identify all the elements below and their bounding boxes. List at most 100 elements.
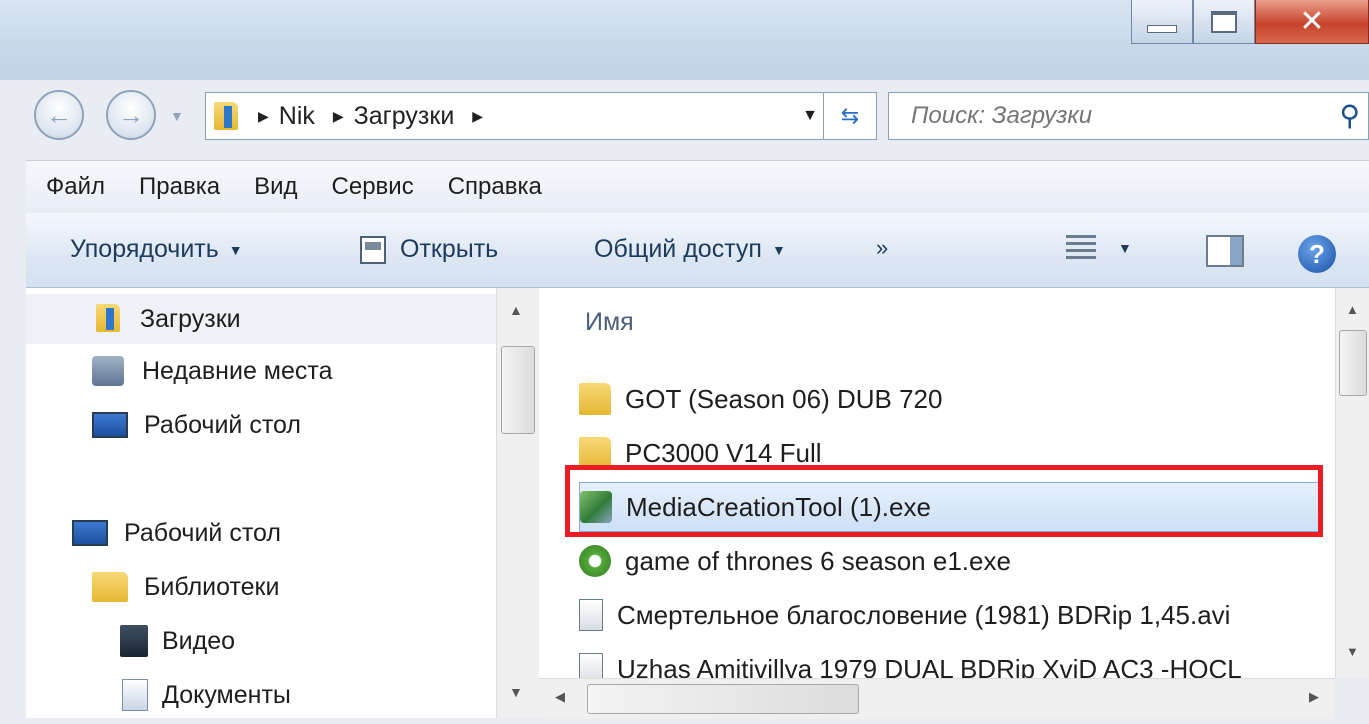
arrow-right-icon: → bbox=[118, 99, 144, 130]
navigation-pane-scrollbar[interactable]: ▲ ▼ bbox=[496, 288, 539, 718]
scroll-up-icon[interactable]: ▲ bbox=[509, 302, 523, 318]
folder-icon bbox=[579, 383, 611, 415]
nav-item-label: Библиотеки bbox=[144, 572, 280, 601]
navigation-pane: Загрузки Недавние места Рабочий стол Раб… bbox=[26, 288, 496, 718]
help-button[interactable]: ? bbox=[1298, 235, 1336, 273]
search-icon[interactable]: ⚲ bbox=[1339, 99, 1360, 132]
title-bar: ✕ bbox=[0, 0, 1369, 80]
help-icon: ? bbox=[1298, 235, 1336, 273]
video-library-icon bbox=[120, 625, 148, 657]
command-bar: Упорядочить ▼ Открыть Общий доступ ▼ » ▼… bbox=[26, 213, 1369, 288]
close-icon: ✕ bbox=[1299, 5, 1325, 38]
change-view-button[interactable]: ▼ bbox=[1066, 235, 1132, 261]
background-window-menu bbox=[40, 18, 44, 36]
scroll-down-icon[interactable]: ▼ bbox=[1346, 644, 1359, 659]
menu-file[interactable]: Файл bbox=[46, 173, 105, 201]
search-box: ⚲ bbox=[888, 92, 1369, 140]
nav-item-recent-places[interactable]: Недавние места bbox=[26, 346, 332, 396]
nav-item-downloads[interactable]: Загрузки bbox=[26, 294, 496, 344]
nav-item-label: Рабочий стол bbox=[124, 518, 281, 547]
nav-item-desktop-root[interactable]: Рабочий стол bbox=[26, 508, 281, 558]
file-name: game of thrones 6 season e1.exe bbox=[625, 545, 1011, 576]
maximize-button[interactable] bbox=[1193, 0, 1255, 44]
menu-help[interactable]: Справка bbox=[448, 173, 542, 201]
breadcrumb-downloads[interactable]: Загрузки bbox=[354, 102, 455, 131]
file-name: GOT (Season 06) DUB 720 bbox=[625, 383, 943, 414]
file-list-scrollbar[interactable]: ▲ ▼ bbox=[1335, 288, 1369, 678]
organize-button[interactable]: Упорядочить ▼ bbox=[70, 235, 243, 264]
nav-item-libraries[interactable]: Библиотеки bbox=[26, 562, 279, 612]
view-details-icon bbox=[1066, 235, 1096, 261]
downloads-folder-icon bbox=[96, 304, 122, 334]
navigation-row: ← → ▼ ▶ Nik ▶ Загрузки ▶ ▼ ⇆ ⚲ bbox=[0, 80, 1369, 154]
file-row[interactable]: Uzhas Amitivillya 1979 DUAL BDRip XviD A… bbox=[579, 644, 1319, 678]
highlight-box bbox=[565, 465, 1323, 537]
back-button[interactable]: ← bbox=[34, 90, 84, 140]
share-label: Общий доступ bbox=[594, 235, 762, 263]
open-button[interactable]: Открыть bbox=[360, 235, 498, 264]
documents-library-icon bbox=[122, 679, 148, 711]
scroll-right-icon[interactable]: ▶ bbox=[1309, 689, 1319, 705]
minimize-button[interactable] bbox=[1131, 0, 1193, 44]
nav-item-video[interactable]: Видео bbox=[26, 616, 235, 666]
file-name: PC3000 V14 Full bbox=[625, 437, 822, 468]
file-row[interactable]: GOT (Season 06) DUB 720 bbox=[579, 374, 1319, 424]
menu-bar: Файл Правка Вид Сервис Справка bbox=[26, 160, 1369, 214]
file-name: Смертельное благословение (1981) BDRip 1… bbox=[617, 599, 1231, 630]
forward-button[interactable]: → bbox=[106, 90, 156, 140]
nav-item-label: Документы bbox=[162, 680, 291, 709]
more-commands-button[interactable]: » bbox=[876, 235, 888, 261]
breadcrumb-nik[interactable]: Nik bbox=[279, 102, 315, 131]
chevron-down-icon: ▼ bbox=[1118, 240, 1132, 256]
breadcrumb-separator-icon[interactable]: ▶ bbox=[472, 108, 483, 125]
scrollbar-thumb[interactable] bbox=[587, 684, 859, 714]
refresh-icon: ⇆ bbox=[840, 103, 860, 128]
nav-item-documents[interactable]: Документы bbox=[26, 670, 291, 718]
organize-label: Упорядочить bbox=[70, 235, 219, 263]
search-input[interactable] bbox=[909, 101, 1313, 131]
recent-pages-chevron-icon[interactable]: ▼ bbox=[170, 108, 184, 124]
close-button[interactable]: ✕ bbox=[1255, 0, 1369, 44]
share-button[interactable]: Общий доступ ▼ bbox=[594, 235, 786, 264]
column-header-name[interactable]: Имя bbox=[585, 308, 634, 337]
avi-file-icon bbox=[579, 653, 603, 678]
preview-pane-icon bbox=[1206, 235, 1244, 267]
nav-item-label: Недавние места bbox=[142, 356, 333, 385]
nav-item-desktop[interactable]: Рабочий стол bbox=[26, 400, 301, 450]
more-label: » bbox=[876, 235, 889, 260]
recent-places-icon bbox=[92, 356, 124, 386]
breadcrumb-separator-icon[interactable]: ▶ bbox=[258, 108, 269, 125]
file-row[interactable]: Смертельное благословение (1981) BDRip 1… bbox=[579, 590, 1319, 640]
preview-pane-button[interactable] bbox=[1206, 235, 1244, 267]
scrollbar-thumb[interactable] bbox=[1339, 330, 1367, 396]
file-list-horizontal-scrollbar[interactable]: ◀ ▶ bbox=[539, 678, 1335, 719]
torrent-app-icon bbox=[579, 545, 611, 577]
file-name: Uzhas Amitivillya 1979 DUAL BDRip XviD A… bbox=[617, 653, 1242, 679]
menu-edit[interactable]: Правка bbox=[139, 173, 220, 201]
minimize-icon bbox=[1147, 24, 1177, 33]
nav-item-label: Видео bbox=[162, 626, 236, 655]
breadcrumb-separator-icon[interactable]: ▶ bbox=[333, 108, 344, 125]
scroll-up-icon[interactable]: ▲ bbox=[1346, 302, 1359, 317]
avi-file-icon bbox=[579, 599, 603, 631]
scroll-down-icon[interactable]: ▼ bbox=[509, 684, 523, 700]
menu-tools[interactable]: Сервис bbox=[332, 173, 414, 201]
downloads-folder-icon bbox=[214, 100, 240, 132]
window-controls: ✕ bbox=[1131, 0, 1369, 44]
maximize-icon bbox=[1211, 10, 1237, 33]
address-history-dropdown-icon[interactable]: ▼ bbox=[802, 107, 818, 125]
nav-item-label: Загрузки bbox=[140, 304, 241, 333]
desktop-icon bbox=[72, 520, 108, 546]
open-file-icon bbox=[360, 235, 386, 264]
desktop-icon bbox=[92, 412, 128, 438]
scroll-left-icon[interactable]: ◀ bbox=[555, 689, 565, 705]
open-label: Открыть bbox=[400, 235, 499, 263]
refresh-button[interactable]: ⇆ bbox=[823, 93, 876, 139]
chevron-down-icon: ▼ bbox=[771, 241, 786, 258]
libraries-icon bbox=[92, 572, 128, 602]
arrow-left-icon: ← bbox=[46, 99, 72, 130]
file-row[interactable]: game of thrones 6 season e1.exe bbox=[579, 536, 1319, 586]
scrollbar-thumb[interactable] bbox=[501, 346, 535, 434]
menu-view[interactable]: Вид bbox=[254, 173, 297, 201]
address-bar[interactable]: ▶ Nik ▶ Загрузки ▶ ▼ ⇆ bbox=[205, 92, 877, 140]
